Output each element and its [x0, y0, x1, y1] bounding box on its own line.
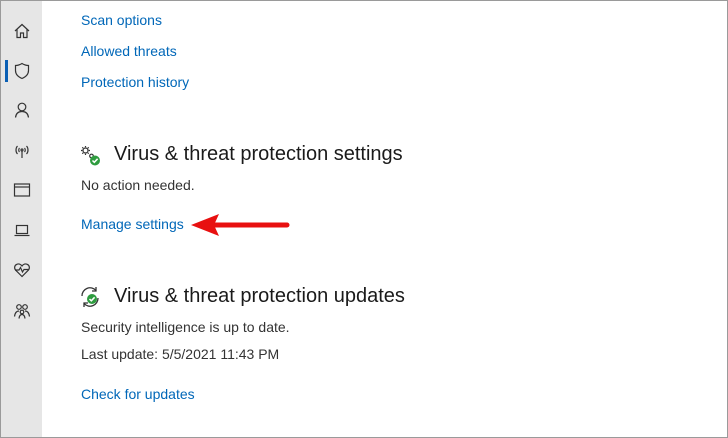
- settings-status-text: No action needed.: [81, 177, 195, 193]
- check-for-updates-link[interactable]: Check for updates: [81, 386, 195, 402]
- sidebar-item-home[interactable]: [10, 19, 34, 43]
- person-icon: [14, 102, 30, 118]
- active-indicator: [5, 60, 8, 82]
- allowed-threats-link[interactable]: Allowed threats: [81, 43, 177, 59]
- heart-icon: [14, 263, 30, 278]
- updates-status-text: Security intelligence is up to date.: [81, 319, 290, 335]
- update-check-icon: [81, 287, 99, 307]
- sidebar: [1, 1, 42, 437]
- sidebar-item-device-security[interactable]: [10, 218, 34, 242]
- family-icon: [13, 304, 31, 319]
- sidebar-item-device-health[interactable]: [10, 258, 34, 282]
- shield-icon: [14, 62, 30, 80]
- laptop-icon: [14, 224, 30, 237]
- sidebar-item-family-options[interactable]: [10, 299, 34, 323]
- window-frame: Scan options Allowed threats Protection …: [0, 0, 728, 438]
- wifi-icon: [15, 145, 29, 158]
- scan-options-link[interactable]: Scan options: [81, 12, 162, 28]
- sidebar-item-virus-protection[interactable]: [10, 59, 34, 83]
- red-arrow-icon: [191, 214, 290, 236]
- updates-section-heading: Virus & threat protection updates: [114, 285, 405, 307]
- app-browser-icon: [13, 183, 31, 197]
- home-icon: [14, 23, 30, 39]
- protection-history-link[interactable]: Protection history: [81, 74, 189, 90]
- sidebar-item-firewall[interactable]: [10, 139, 34, 163]
- sidebar-item-app-browser[interactable]: [10, 178, 34, 202]
- gear-check-icon: [81, 146, 100, 166]
- last-update-text: Last update: 5/5/2021 11:43 PM: [81, 346, 280, 362]
- sidebar-item-account[interactable]: [10, 98, 34, 122]
- manage-settings-link[interactable]: Manage settings: [81, 216, 184, 232]
- settings-section-heading: Virus & threat protection settings: [114, 143, 403, 165]
